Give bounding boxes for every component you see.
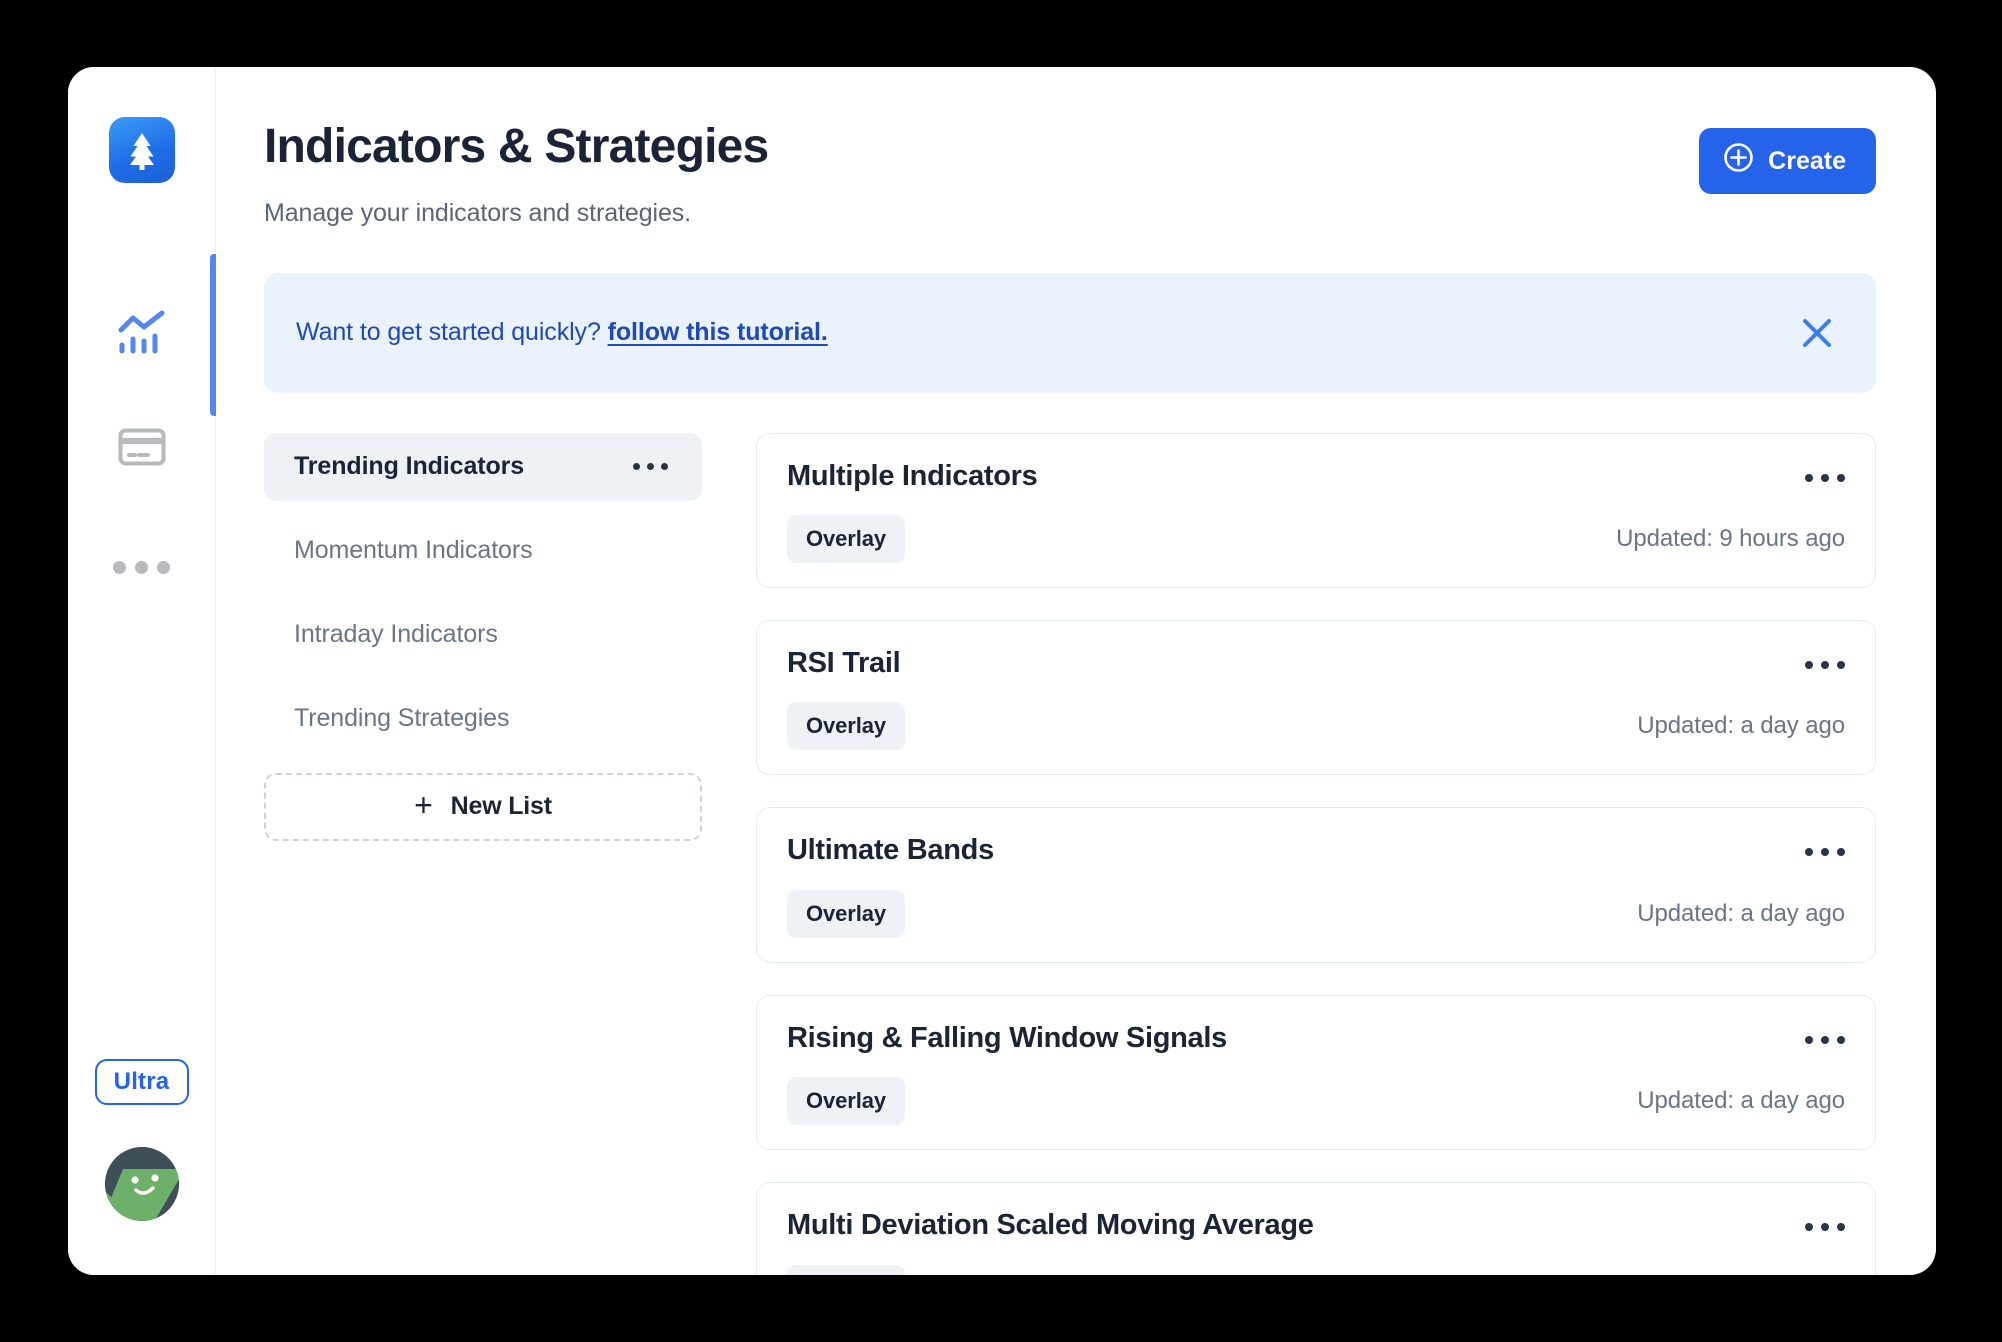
sidebar-item-billing[interactable] bbox=[68, 401, 216, 497]
list-item-momentum-indicators[interactable]: Momentum Indicators bbox=[264, 517, 702, 585]
card-bottom-row: Overlay Updated: a day ago bbox=[787, 889, 1845, 938]
active-indicator-bar bbox=[209, 254, 216, 416]
card-top-row: Multiple Indicators bbox=[787, 460, 1845, 493]
table-row[interactable]: Ultimate Bands Overlay Updated: a day ag… bbox=[756, 807, 1876, 963]
more-horizontal-icon[interactable] bbox=[1805, 834, 1845, 857]
status-badge: Overlay bbox=[787, 1077, 906, 1126]
new-list-label: New List bbox=[450, 792, 552, 821]
card-bottom-row: Overlay Updated: 9 hours ago bbox=[787, 515, 1845, 564]
card-top-row: Rising & Falling Window Signals bbox=[787, 1022, 1845, 1055]
left-nav-rail: Ultra bbox=[68, 67, 216, 1275]
page-title: Indicators & Strategies bbox=[264, 120, 769, 173]
plus-circle-icon bbox=[1723, 142, 1754, 180]
card-updated-text: Updated: a day ago bbox=[1637, 712, 1845, 740]
list-item-label: Intraday Indicators bbox=[294, 620, 498, 649]
table-row[interactable]: RSI Trail Overlay Updated: a day ago bbox=[756, 620, 1876, 776]
sidebar-item-analytics[interactable] bbox=[68, 254, 216, 416]
card-title: Rising & Falling Window Signals bbox=[787, 1021, 1227, 1054]
status-badge: Overlay bbox=[787, 889, 906, 938]
card-bottom-row: Overlay Updated: a day ago bbox=[787, 1264, 1845, 1275]
tutorial-link[interactable]: follow this tutorial. bbox=[608, 318, 828, 346]
more-horizontal-icon[interactable] bbox=[633, 463, 668, 471]
list-item-intraday-indicators[interactable]: Intraday Indicators bbox=[264, 601, 702, 669]
card-title: Multi Deviation Scaled Moving Average bbox=[787, 1209, 1314, 1242]
more-horizontal-icon[interactable] bbox=[1805, 460, 1845, 482]
tutorial-banner: Want to get started quickly? follow this… bbox=[264, 272, 1876, 393]
main-content: Indicators & Strategies Manage your indi… bbox=[216, 67, 1936, 1275]
more-horizontal-icon[interactable] bbox=[1805, 647, 1845, 670]
card-title: RSI Trail bbox=[787, 647, 901, 680]
avatar[interactable] bbox=[104, 1147, 179, 1221]
table-row[interactable]: Multiple Indicators Overlay Updated: 9 h… bbox=[756, 432, 1876, 589]
card-title: Ultimate Bands bbox=[787, 834, 994, 867]
sidebar-item-more[interactable] bbox=[68, 519, 216, 615]
status-badge: Overlay bbox=[787, 702, 906, 751]
tutorial-banner-text: Want to get started quickly? follow this… bbox=[296, 318, 828, 347]
content-columns: Trending Indicators Momentum Indicators … bbox=[264, 432, 1876, 1275]
list-item-label: Trending Indicators bbox=[294, 452, 525, 481]
list-item-label: Trending Strategies bbox=[294, 704, 510, 733]
card-top-row: Multi Deviation Scaled Moving Average bbox=[787, 1209, 1845, 1242]
table-row[interactable]: Rising & Falling Window Signals Overlay … bbox=[756, 994, 1876, 1151]
card-updated-text: Updated: 9 hours ago bbox=[1616, 525, 1845, 553]
close-icon bbox=[1800, 318, 1834, 353]
pine-tree-logo-icon[interactable] bbox=[108, 117, 175, 183]
new-list-button[interactable]: + New List bbox=[264, 772, 702, 841]
lists-panel: Trending Indicators Momentum Indicators … bbox=[264, 432, 702, 1275]
chart-analytics-icon bbox=[117, 310, 167, 361]
credit-card-icon bbox=[118, 428, 166, 471]
list-item-trending-strategies[interactable]: Trending Strategies bbox=[264, 685, 702, 753]
page-header: Indicators & Strategies Manage your indi… bbox=[264, 67, 1876, 228]
table-row[interactable]: Multi Deviation Scaled Moving Average Ov… bbox=[756, 1182, 1876, 1275]
plan-badge[interactable]: Ultra bbox=[94, 1059, 189, 1105]
page-header-text: Indicators & Strategies Manage your indi… bbox=[264, 120, 769, 228]
status-badge: Overlay bbox=[787, 515, 906, 564]
page-subtitle: Manage your indicators and strategies. bbox=[264, 198, 691, 227]
card-title: Multiple Indicators bbox=[787, 459, 1038, 492]
list-item-trending-indicators[interactable]: Trending Indicators bbox=[264, 432, 702, 501]
plus-icon: + bbox=[414, 786, 433, 823]
more-horizontal-icon bbox=[113, 560, 170, 574]
tutorial-banner-message: Want to get started quickly? bbox=[296, 318, 601, 347]
create-button[interactable]: Create bbox=[1699, 128, 1876, 194]
create-button-label: Create bbox=[1768, 146, 1846, 175]
card-bottom-row: Overlay Updated: a day ago bbox=[787, 702, 1845, 751]
card-top-row: RSI Trail bbox=[787, 647, 1845, 680]
more-horizontal-icon[interactable] bbox=[1805, 1209, 1845, 1232]
app-window: Ultra Indicators & Strategies Manage you… bbox=[68, 67, 1936, 1275]
card-updated-text: Updated: a day ago bbox=[1637, 899, 1845, 927]
card-updated-text: Updated: a day ago bbox=[1637, 1087, 1845, 1115]
card-bottom-row: Overlay Updated: a day ago bbox=[787, 1077, 1845, 1126]
status-badge: Overlay bbox=[787, 1264, 906, 1275]
more-horizontal-icon[interactable] bbox=[1805, 1022, 1845, 1044]
banner-close-button[interactable] bbox=[1794, 310, 1840, 356]
list-item-label: Momentum Indicators bbox=[294, 536, 533, 565]
card-top-row: Ultimate Bands bbox=[787, 834, 1845, 867]
indicator-cards-list: Multiple Indicators Overlay Updated: 9 h… bbox=[756, 432, 1876, 1275]
